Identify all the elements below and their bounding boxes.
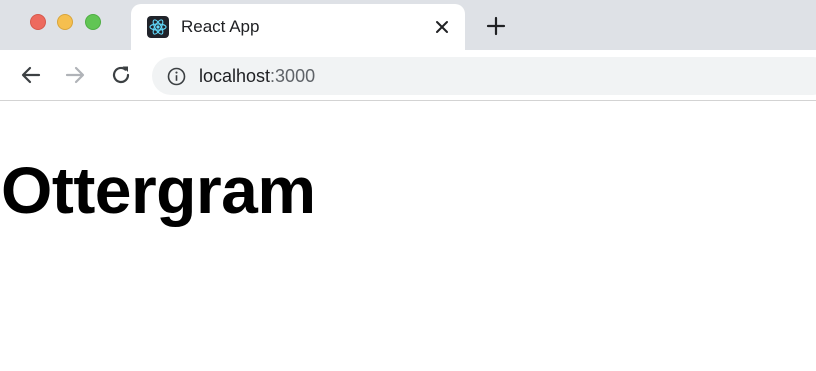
tab-title: React App bbox=[181, 17, 260, 36]
plus-icon[interactable] bbox=[484, 14, 508, 38]
window-zoom-button[interactable] bbox=[85, 14, 101, 30]
reload-icon[interactable] bbox=[109, 63, 133, 87]
close-icon[interactable] bbox=[431, 16, 453, 38]
url-port: :3000 bbox=[270, 66, 316, 86]
arrow-right-icon[interactable] bbox=[63, 63, 87, 87]
url-text[interactable]: localhost:3000 bbox=[199, 66, 315, 87]
arrow-left-icon[interactable] bbox=[19, 63, 43, 87]
browser-titlebar: React App bbox=[0, 0, 816, 50]
browser-tab[interactable]: React App bbox=[131, 4, 465, 50]
info-icon[interactable] bbox=[167, 67, 186, 86]
react-logo-icon bbox=[147, 16, 169, 38]
page-content: Ottergram bbox=[0, 102, 816, 371]
page-title: Ottergram bbox=[1, 153, 316, 227]
window-close-button[interactable] bbox=[30, 14, 46, 30]
url-host: localhost bbox=[199, 66, 271, 86]
address-bar[interactable]: localhost:3000 bbox=[152, 57, 816, 95]
browser-toolbar: localhost:3000 bbox=[0, 50, 816, 101]
window-minimize-button[interactable] bbox=[57, 14, 73, 30]
